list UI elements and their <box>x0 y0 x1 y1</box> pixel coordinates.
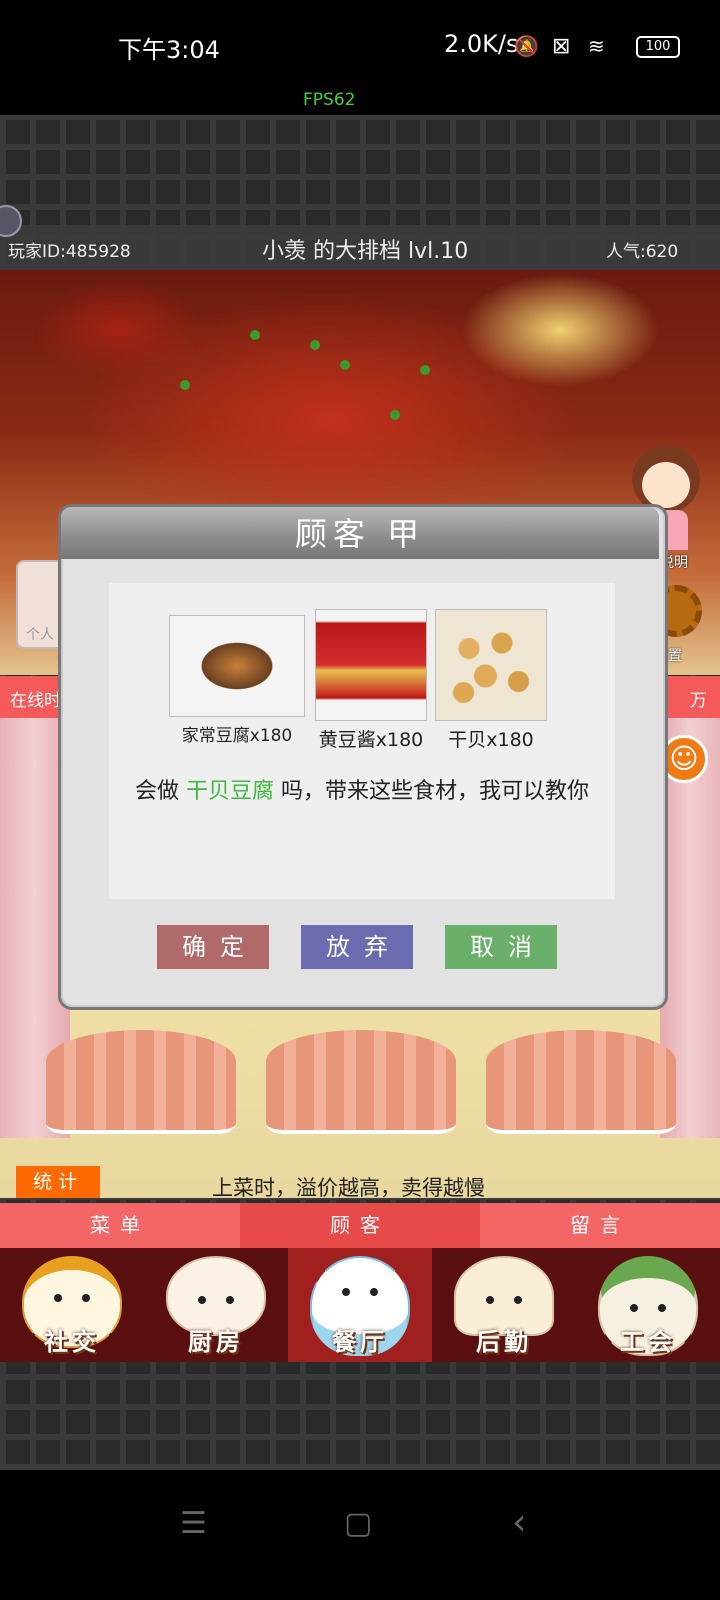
popularity: 人气:620 <box>606 242 679 262</box>
tofu-dish-image <box>169 615 305 717</box>
mute-icon: 🔕 <box>514 34 539 58</box>
player-id: 玩家ID:485928 <box>8 242 131 262</box>
nav-restaurant-label: 餐厅 <box>332 1328 388 1356</box>
nav-logistics-label: 后勤 <box>476 1328 532 1356</box>
nav-logistics[interactable]: 后勤 <box>432 1248 576 1362</box>
settings-label: 置 <box>668 648 682 664</box>
nav-kitchen-label: 厨房 <box>188 1328 244 1356</box>
dialog-content: 家常豆腐x180 黄豆酱x180 干贝x180 会做 干贝豆腐 吗，带来这些食材… <box>109 583 615 899</box>
tab-customers[interactable]: 顾客 <box>240 1203 480 1248</box>
nav-social-label: 社交 <box>44 1328 100 1356</box>
home-icon[interactable]: ▢ <box>344 1506 372 1541</box>
menu-icon[interactable]: ☰ <box>180 1506 207 1541</box>
soybean-paste-jar-image <box>315 609 427 721</box>
dish-name: 干贝豆腐 <box>185 779 274 804</box>
scallop-image <box>435 609 547 721</box>
network-speed: 2.0K/s <box>444 30 519 58</box>
shop-header-bar: 玩家ID:485928 小羡 的大排档 lvl.10 人气:620 <box>0 225 720 270</box>
dining-table[interactable] <box>266 1030 456 1134</box>
no-sim-icon: ⊠ <box>552 34 571 59</box>
sub-tabs: 菜单 顾客 留言 <box>0 1203 720 1248</box>
tab-messages[interactable]: 留言 <box>480 1203 720 1248</box>
confirm-button[interactable]: 确定 <box>157 925 269 969</box>
message-prefix: 会做 <box>134 779 186 804</box>
back-icon[interactable]: ‹ <box>512 1502 526 1543</box>
system-nav-bar: ☰ ▢ ‹ <box>0 1470 720 1600</box>
ingredient-item: 黄豆酱x180 <box>315 609 427 752</box>
ingredient-item: 家常豆腐x180 <box>169 615 305 746</box>
dialog-title: 顾客 甲 <box>61 507 659 559</box>
dining-table[interactable] <box>46 1030 236 1134</box>
message-suffix: 吗，带来这些食材，我可以教你 <box>274 779 589 804</box>
nav-guild-label: 工会 <box>620 1328 676 1356</box>
ingredient-item: 干贝x180 <box>435 609 547 752</box>
cancel-button[interactable]: 取消 <box>445 925 557 969</box>
profile-label: 个人 <box>26 627 54 643</box>
status-time: 下午3:04 <box>118 36 220 64</box>
stats-button[interactable]: 统计 <box>16 1166 100 1198</box>
dining-table[interactable] <box>486 1030 676 1134</box>
battery-icon: 100 <box>636 36 680 58</box>
nav-social[interactable]: 社交 <box>0 1248 144 1362</box>
customer-dialog: 顾客 甲 家常豆腐x180 黄豆酱x180 干贝x180 会做 干贝豆腐 吗，带… <box>58 504 668 1010</box>
abandon-button[interactable]: 放弃 <box>301 925 413 969</box>
nav-guild[interactable]: 工会 <box>576 1248 720 1362</box>
online-right-value: 万 <box>690 691 707 711</box>
status-bar: 下午3:04 2.0K/s 🔕 ⊠ ≋ 100 FPS62 <box>0 0 720 115</box>
tab-menu[interactable]: 菜单 <box>0 1203 240 1248</box>
nav-restaurant[interactable]: 餐厅 <box>288 1248 432 1362</box>
fps-counter: FPS62 <box>303 90 356 110</box>
bottom-nav: 社交 厨房 餐厅 后勤 工会 <box>0 1248 720 1362</box>
shop-title: 小羡 的大排档 lvl.10 <box>262 239 469 264</box>
dialog-message: 会做 干贝豆腐 吗，带来这些食材，我可以教你 <box>109 773 615 805</box>
nav-kitchen[interactable]: 厨房 <box>144 1248 288 1362</box>
ingredient-label: 家常豆腐x180 <box>181 726 293 746</box>
online-label: 在线时 <box>10 691 61 711</box>
ingredient-label: 黄豆酱x180 <box>318 729 424 751</box>
girl-face <box>642 462 690 508</box>
ingredient-label: 干贝x180 <box>448 729 534 751</box>
tip-text: 上菜时，溢价越高，卖得越慢 <box>212 1176 485 1200</box>
wifi-icon: ≋ <box>588 34 605 58</box>
